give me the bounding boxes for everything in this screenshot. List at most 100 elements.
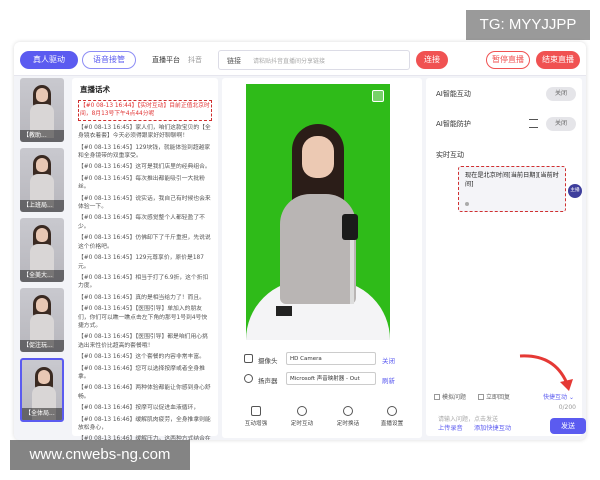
real-person-drive-button[interactable]: 真人驱动 bbox=[20, 51, 78, 69]
script-line: 【#0 08-13 16:46】缓解肌肉疲劳，全身推拿则能放松身心， bbox=[78, 416, 211, 431]
presenter-body bbox=[280, 194, 356, 304]
mock-question-checkbox[interactable]: 模拟问题 bbox=[434, 392, 466, 401]
tool-label: 定时互动 bbox=[290, 421, 314, 427]
camera-label: 摄像头 bbox=[258, 357, 278, 365]
thumbnail-item-selected[interactable]: 【全体局... bbox=[20, 358, 64, 422]
thumbnail-caption: 【促注玩... bbox=[20, 340, 64, 352]
char-counter: 0/200 bbox=[558, 404, 576, 411]
script-line: 【#0 08-13 16:46】按摩可以促进血液循环， bbox=[78, 405, 200, 412]
quick-interaction-dropdown[interactable]: 快捷互动 ⌄ bbox=[543, 392, 574, 401]
realtime-message: 现在是北京时间[当前日期][当前时间] bbox=[465, 172, 559, 188]
script-line: 【#0 08-13 16:45】129元尊享价，原价是187元。 bbox=[78, 255, 204, 270]
speaker-label: 扬声器 bbox=[258, 377, 278, 385]
speaker-refresh-button[interactable]: 刷新 bbox=[382, 375, 395, 385]
script-line: 【#0 08-13 16:46】两种体验都能让你感到身心舒畅。 bbox=[78, 385, 211, 400]
script-line: 【#0 08-13 16:45】真的是相当给力了！而且。 bbox=[78, 294, 205, 301]
thumb-head bbox=[38, 370, 50, 384]
red-arrow-annotation bbox=[519, 354, 573, 391]
chat-icon bbox=[251, 406, 261, 416]
camera-row: 摄像头 HD Camera 关闭 bbox=[244, 352, 414, 366]
thumbnail-item[interactable]: 【全美大... bbox=[20, 218, 64, 282]
scheduled-script-tool[interactable]: 定时换话 bbox=[328, 406, 368, 427]
script-line: 【#0 08-13 16:45】这个套餐的内容非常丰富。 bbox=[78, 354, 205, 361]
tool-bar: 互动增强 定时互动 定时换话 直播设置 bbox=[222, 406, 422, 436]
platform-tab-douyin[interactable]: 抖音 bbox=[188, 55, 202, 65]
gear-icon bbox=[387, 406, 397, 416]
script-line: 【#0 08-13 16:45】这可是我们店里的经典组合。 bbox=[78, 164, 211, 171]
script-line: 【#0 08-13 16:45】【医围引导】都是咱们用心挑选出来性价比超高的套餐… bbox=[78, 334, 208, 349]
thumbnail-list: 【教助... 【上班局... 【全美大... 【促注玩... 【全体局... bbox=[18, 78, 68, 438]
script-title: 直播话术 bbox=[80, 85, 110, 94]
speaker-select[interactable]: Microsoft 声音映射器 - Out bbox=[286, 372, 376, 385]
script-line: 【#0 08-13 16:46】您可以选择按摩或者全身推拿。 bbox=[78, 365, 205, 380]
upload-recording-link[interactable]: 上传录音 bbox=[438, 423, 463, 432]
picture-icon[interactable] bbox=[372, 90, 384, 102]
ai-protection-row: AI智能防护 关闭 bbox=[432, 114, 578, 134]
live-settings-tool[interactable]: 直播设置 bbox=[372, 406, 412, 427]
realtime-title: 实时互动 bbox=[436, 151, 464, 159]
script-line: 【#0 08-13 16:45】仿佛卸下了千斤重担，先说说这个价格吧。 bbox=[78, 235, 211, 250]
script-log-list[interactable]: 【#0 08-13 16:44】【实时互动】目前正值北京时间，8月13号下午4点… bbox=[78, 100, 212, 440]
script-panel: 直播话术 【#0 08-13 16:44】【实时互动】目前正值北京时间，8月13… bbox=[72, 78, 218, 440]
link-placeholder: 请粘贴抖音直播间分享链接 bbox=[253, 58, 326, 65]
ai-protection-label: AI智能防护 bbox=[436, 120, 471, 128]
realtime-message-bubble: 现在是北京时间[当前日期][当前时间] bbox=[458, 166, 566, 212]
thumb-head bbox=[36, 88, 48, 102]
thumbnail-item[interactable]: 【促注玩... bbox=[20, 288, 64, 352]
ai-protection-toggle[interactable]: 关闭 bbox=[546, 117, 576, 131]
connect-button[interactable]: 连接 bbox=[416, 51, 448, 69]
green-screen-preview bbox=[246, 84, 390, 340]
checkbox-icon bbox=[478, 394, 484, 400]
mock-question-label: 模拟问题 bbox=[442, 394, 467, 401]
preview-panel: 摄像头 HD Camera 关闭 扬声器 Microsoft 声音映射器 - O… bbox=[222, 78, 422, 438]
pause-live-button[interactable]: 暂停直播 bbox=[486, 51, 530, 69]
phone bbox=[342, 214, 358, 240]
thumb-head bbox=[36, 228, 48, 242]
thumbnail-item[interactable]: 【上班局... bbox=[20, 148, 64, 212]
microphone-icon bbox=[244, 374, 253, 383]
speaker-row: 扬声器 Microsoft 声音映射器 - Out 刷新 bbox=[244, 372, 414, 386]
interaction-boost-tool[interactable]: 互动增强 bbox=[236, 406, 276, 427]
status-dot bbox=[465, 202, 469, 206]
presenter-face bbox=[302, 136, 334, 178]
script-line: 【#0 08-13 16:45】相当于打了6.9折，这个折扣力度。 bbox=[78, 274, 209, 290]
send-row: 上传录音 添加快捷互动 发送 bbox=[438, 418, 586, 434]
watermark-url: www.cnwebs-ng.com bbox=[10, 440, 190, 470]
voice-takeover-button[interactable]: 语音接管 bbox=[82, 51, 136, 69]
quick-interaction-label: 快捷互动 bbox=[543, 394, 568, 401]
thumb-head bbox=[36, 298, 48, 312]
camera-close-button[interactable]: 关闭 bbox=[382, 355, 395, 365]
interaction-panel: AI智能互动 关闭 AI智能防护 关闭 实时互动 现在是北京时间[当前日期][当… bbox=[426, 78, 582, 436]
watermark-tg: TG: MYYJJPP bbox=[466, 10, 590, 40]
add-quick-interaction-link[interactable]: 添加快捷互动 bbox=[474, 423, 511, 432]
end-live-button[interactable]: 结束直播 bbox=[536, 51, 580, 69]
thumbnail-item[interactable]: 【教助... bbox=[20, 78, 64, 142]
anchor-avatar: 主播 bbox=[568, 184, 582, 198]
script-line: 【#0 08-13 16:45】129块钱，就能体验到超越家和全身镜带的双重享受… bbox=[78, 144, 211, 160]
platform-tab-active[interactable]: 直播平台 bbox=[152, 55, 180, 65]
tool-label: 互动增强 bbox=[244, 421, 268, 427]
checkbox-icon bbox=[434, 394, 440, 400]
ai-interaction-row: AI智能互动 关闭 bbox=[432, 84, 578, 104]
script-line: 【#0 08-13 16:45】说实话，我自己有时候也会来体验一下。 bbox=[78, 195, 211, 211]
reply-options: 模拟问题 立即回复 快捷互动 ⌄ bbox=[432, 392, 578, 404]
link-input[interactable]: 链接 请粘贴抖音直播间分享链接 bbox=[218, 50, 410, 70]
settings-sliders-icon[interactable] bbox=[529, 119, 538, 128]
send-button[interactable]: 发送 bbox=[550, 418, 586, 434]
thumbnail-caption: 【上班局... bbox=[20, 200, 64, 212]
tool-label: 定时换话 bbox=[336, 421, 360, 427]
instant-reply-checkbox[interactable]: 立即回复 bbox=[478, 392, 510, 401]
scheduled-interaction-tool[interactable]: 定时互动 bbox=[282, 406, 322, 427]
device-box bbox=[276, 306, 292, 316]
sparkle-icon bbox=[297, 406, 307, 416]
thumbnail-caption: 【全美大... bbox=[20, 270, 64, 282]
top-toolbar: 真人驱动 语音接管 直播平台 抖音 链接 请粘贴抖音直播间分享链接 连接 暂停直… bbox=[14, 42, 586, 76]
ai-interaction-toggle[interactable]: 关闭 bbox=[546, 87, 576, 101]
tool-label: 直播设置 bbox=[380, 421, 404, 427]
camera-select[interactable]: HD Camera bbox=[286, 352, 376, 365]
thumbnail-caption: 【全体局... bbox=[22, 408, 62, 420]
instant-reply-label: 立即回复 bbox=[486, 394, 511, 401]
thumb-head bbox=[36, 158, 48, 172]
ai-interaction-label: AI智能互动 bbox=[436, 90, 471, 98]
thumbnail-caption: 【教助... bbox=[20, 130, 64, 142]
